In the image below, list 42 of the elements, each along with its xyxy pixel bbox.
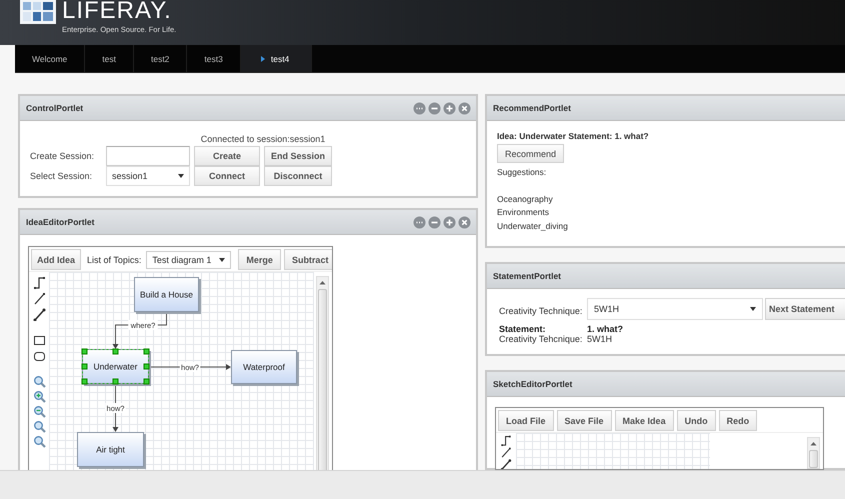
select-session-label: Select Session: xyxy=(30,171,94,181)
logo-text: LIFERAY. xyxy=(62,0,173,22)
portlet-title: SketchEditorPortlet xyxy=(493,379,574,389)
connect-button[interactable]: Connect xyxy=(194,166,260,186)
subtract-button[interactable]: Subtract xyxy=(284,249,332,270)
save-file-button[interactable]: Save File xyxy=(556,410,612,431)
idea-node[interactable]: Build a House xyxy=(134,277,201,314)
load-file-button[interactable]: Load File xyxy=(498,410,554,431)
merge-button[interactable]: Merge xyxy=(238,249,281,270)
nav-tab[interactable]: test4 xyxy=(240,45,312,72)
topics-dropdown[interactable]: Test diagram 1 xyxy=(146,250,232,268)
suggestion-item: Oceanography xyxy=(497,192,553,206)
add-idea-button[interactable]: Add Idea xyxy=(31,249,82,270)
technique-label: Creativity Tehcnique: xyxy=(499,334,584,344)
disconnect-button[interactable]: Disconnect xyxy=(264,166,332,186)
next-statement-button[interactable]: Next Statement xyxy=(765,298,845,320)
create-button[interactable]: Create xyxy=(194,146,260,166)
suggestion-item: Environments xyxy=(497,206,549,219)
portlet-title: IdeaEditorPortlet xyxy=(26,217,96,227)
technique-dropdown[interactable]: 5W1H xyxy=(587,298,763,320)
topics-label: List of Topics: xyxy=(87,254,142,264)
recommend-button[interactable]: Recommend xyxy=(497,144,564,163)
redo-button[interactable]: Redo xyxy=(718,410,758,431)
statement-value: 1. what? xyxy=(587,324,624,334)
technique-value: 5W1H xyxy=(587,334,614,344)
create-session-label: Create Session: xyxy=(30,151,96,161)
technique-label: Creativity Technique: xyxy=(499,306,584,316)
suggestions-label: Suggestions: xyxy=(497,166,546,179)
connection-status: Connected to session:session1 xyxy=(200,134,326,146)
portlet-title: RecommendPortlet xyxy=(493,103,572,113)
idea-node[interactable]: Underwater xyxy=(82,348,151,386)
end-session-button[interactable]: End Session xyxy=(264,146,332,166)
portlet-title: StatementPortlet xyxy=(493,271,562,281)
statement-label: Statement: xyxy=(499,324,547,334)
make-idea-button[interactable]: Make Idea xyxy=(614,410,674,431)
session-dropdown[interactable]: session1 xyxy=(106,166,190,186)
suggestion-item: Underwater_diving xyxy=(497,220,568,233)
idea-node[interactable]: Air tight xyxy=(77,432,146,469)
idea-node[interactable]: Waterproof xyxy=(231,350,299,386)
undo-button[interactable]: Undo xyxy=(676,410,716,431)
portlet-title: ControlPortlet xyxy=(26,103,84,113)
idea-heading: Idea: Underwater Statement: 1. what? xyxy=(497,131,649,141)
